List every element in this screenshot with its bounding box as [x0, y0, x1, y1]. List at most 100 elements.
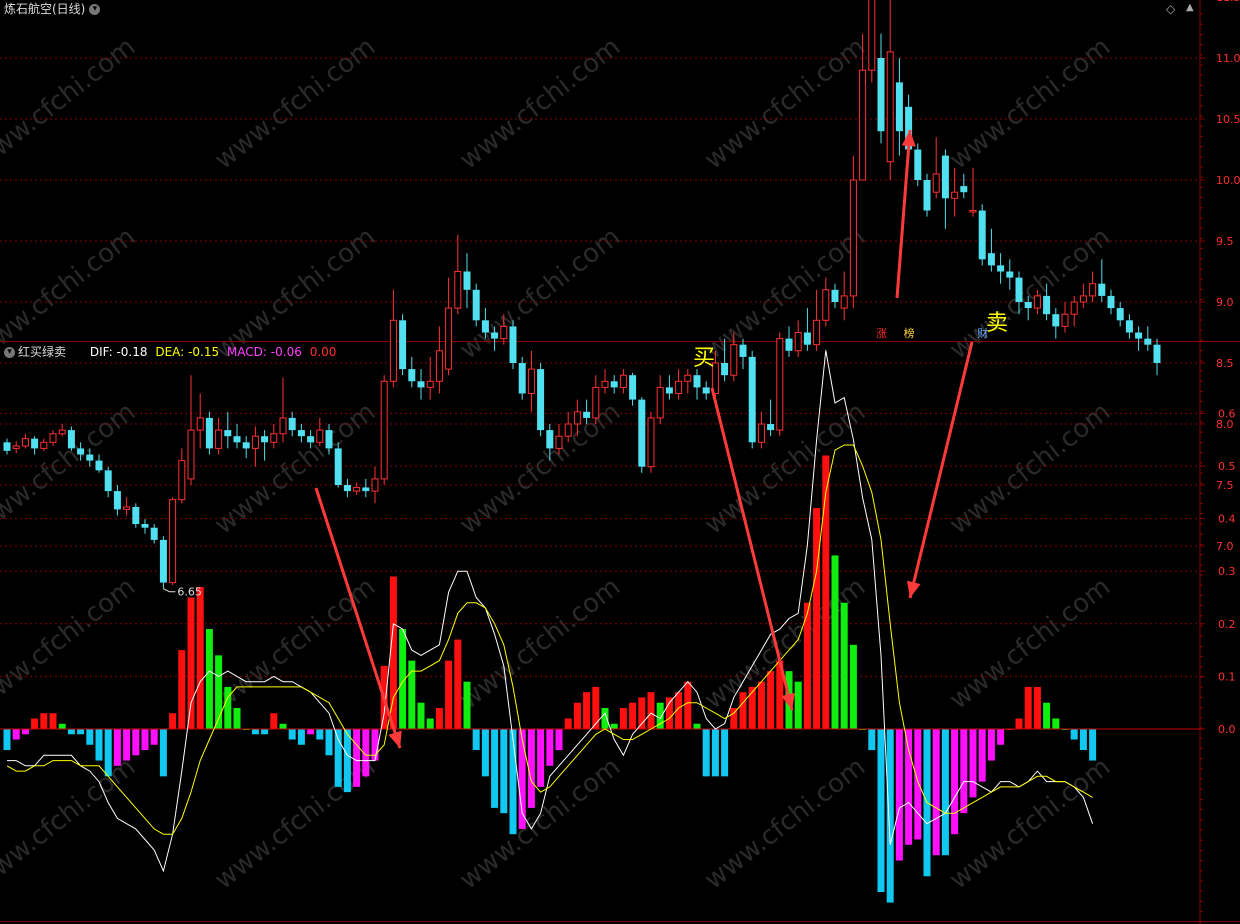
candle-body — [261, 436, 269, 443]
candle-body — [288, 417, 296, 431]
macd-bar — [997, 729, 1005, 745]
macd-bar — [849, 644, 857, 729]
macd-bar — [1079, 729, 1087, 751]
candle-body — [67, 430, 75, 449]
macd-bar — [555, 729, 563, 751]
macd-bar — [21, 729, 29, 735]
candle-body — [150, 527, 158, 540]
candle-body — [601, 380, 609, 388]
candle-body — [1015, 277, 1023, 302]
candle-body — [1070, 301, 1078, 315]
candle-body — [242, 442, 250, 449]
candle-body — [960, 186, 968, 193]
macd-bar — [445, 660, 453, 729]
candle-body — [187, 429, 195, 480]
candle-body — [21, 438, 29, 447]
macd-bar — [132, 729, 140, 756]
candle-body — [794, 332, 802, 352]
candle-body — [675, 380, 683, 394]
candle-body — [684, 374, 692, 382]
dropdown-icon[interactable]: ▾ — [89, 4, 101, 15]
macd-bar — [159, 729, 167, 777]
candle-body — [159, 539, 167, 583]
candle-body — [895, 82, 903, 132]
macd-bar — [509, 729, 517, 835]
candle-body — [472, 289, 480, 321]
macd-bar — [270, 713, 278, 729]
watermark-text: www.cfchi.com — [699, 32, 871, 176]
candle-body — [941, 155, 949, 199]
indicator-menu-icon[interactable]: ▾ — [4, 347, 15, 358]
scroll-up-icon[interactable]: ▲ — [1186, 2, 1194, 13]
macd-bar — [711, 729, 719, 777]
arrow-peak-head — [901, 130, 916, 147]
macd-bar — [113, 729, 121, 766]
macd-bar — [472, 729, 480, 751]
macd-bar — [1070, 729, 1078, 740]
macd-bar — [343, 729, 351, 793]
indicator-tick-label: 0.4 — [1218, 513, 1236, 526]
price-tick-label: 11.0 — [1216, 52, 1240, 65]
macd-bar — [371, 729, 379, 761]
macd-bar — [123, 729, 131, 761]
macd-bar — [500, 729, 508, 814]
candle-body — [215, 429, 223, 449]
macd-bar — [573, 702, 581, 729]
candle-body — [399, 320, 407, 370]
candle-body — [748, 356, 756, 443]
price-tick-label: 10.0 — [1216, 174, 1240, 187]
macd-bar — [592, 686, 600, 729]
macd-bar — [987, 729, 995, 761]
candle-body — [813, 319, 821, 346]
candle-body — [702, 387, 710, 394]
indicator-tick-label: 0.1 — [1218, 670, 1236, 683]
candle-body — [371, 478, 379, 492]
candle-body — [859, 69, 867, 181]
indicator-tick-label: 0.2 — [1218, 618, 1236, 631]
macd-bar — [895, 729, 903, 861]
stock-chart: www.cfchi.com www.cfchi.com www.cfchi.com w… — [0, 0, 1240, 924]
macd-bar — [187, 597, 195, 729]
watermark-text: www.cfchi.com — [454, 32, 626, 176]
stock-title: 炼石航空(日线) — [4, 2, 86, 16]
macd-bar — [233, 707, 241, 729]
candle-body — [1089, 283, 1097, 297]
macd-bar — [3, 729, 11, 751]
candle-body — [1052, 314, 1060, 327]
candle-body — [573, 411, 581, 425]
candle-body — [619, 374, 627, 388]
candle-body — [49, 433, 57, 443]
candle-body — [803, 332, 811, 345]
candle-body — [454, 271, 462, 309]
candle-body — [969, 210, 977, 213]
diamond-icon[interactable]: ◇ — [1166, 2, 1175, 16]
macd-bar — [564, 718, 572, 729]
macd-bar — [629, 702, 637, 729]
macd-bar — [905, 729, 913, 845]
macd-bar — [739, 692, 747, 729]
macd-bar — [196, 586, 204, 729]
candle-body — [923, 180, 931, 211]
macd-bar — [86, 729, 94, 745]
candle-body — [527, 368, 535, 395]
candle-body — [1098, 283, 1106, 296]
price-tick-label: 8.5 — [1216, 357, 1234, 370]
candle-body — [196, 417, 204, 431]
watermark-text: www.cfchi.com — [209, 32, 381, 176]
candle-body — [169, 499, 177, 584]
candle-body — [86, 454, 94, 461]
price-tick-label: 9.0 — [1216, 296, 1234, 309]
dea-label: DEA: — [155, 345, 185, 359]
candle-body — [1125, 320, 1133, 333]
candle-body — [730, 344, 738, 376]
macd-bar — [31, 718, 39, 729]
candle-body — [362, 487, 370, 492]
macd-bar — [297, 729, 305, 745]
chart-title-bar: 炼石航空(日线) ▾ — [4, 0, 101, 17]
indicator-tick-label: 0.3 — [1218, 565, 1236, 578]
y-axis-labels: 7.07.58.08.59.09.510.010.511.011.50.00.1… — [1200, 0, 1240, 923]
candle-body — [491, 332, 499, 339]
macd-bar — [647, 692, 655, 729]
watermark-text: www.cfchi.com — [454, 572, 626, 716]
candle-body — [353, 486, 361, 492]
